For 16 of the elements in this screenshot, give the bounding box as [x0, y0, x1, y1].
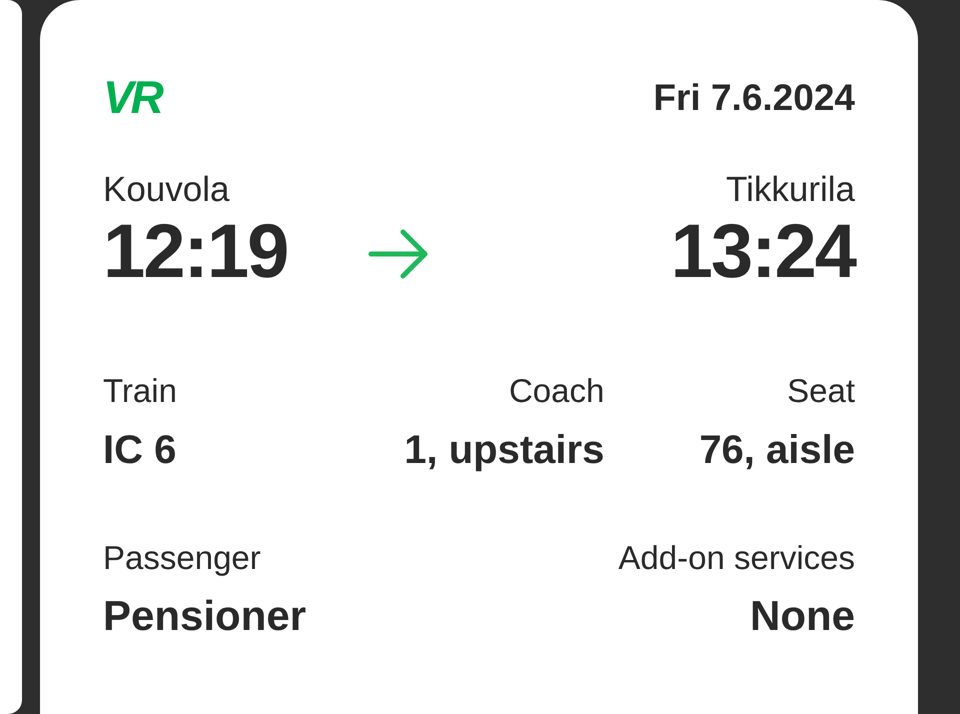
detail-label: Passenger: [103, 538, 261, 578]
detail-value: IC 6: [103, 427, 176, 474]
detail-label: Add-on services: [618, 538, 855, 578]
detail-value: 76, aisle: [699, 427, 855, 474]
travel-date: Fri 7.6.2024: [653, 78, 855, 116]
detail-value: 1, upstairs: [404, 427, 604, 474]
departure-station: Kouvola: [103, 169, 230, 211]
departure-time: 12:19: [103, 214, 288, 290]
detail-label: Seat: [787, 370, 855, 411]
detail-value: Pensioner: [103, 591, 306, 642]
detail-value: None: [750, 591, 855, 642]
detail-label: Train: [103, 370, 177, 411]
vr-logo: VR: [103, 74, 161, 120]
arrival-station: Tikkurila: [726, 169, 855, 211]
detail-label: Coach: [508, 370, 604, 411]
arrival-time: 13:24: [670, 214, 855, 290]
